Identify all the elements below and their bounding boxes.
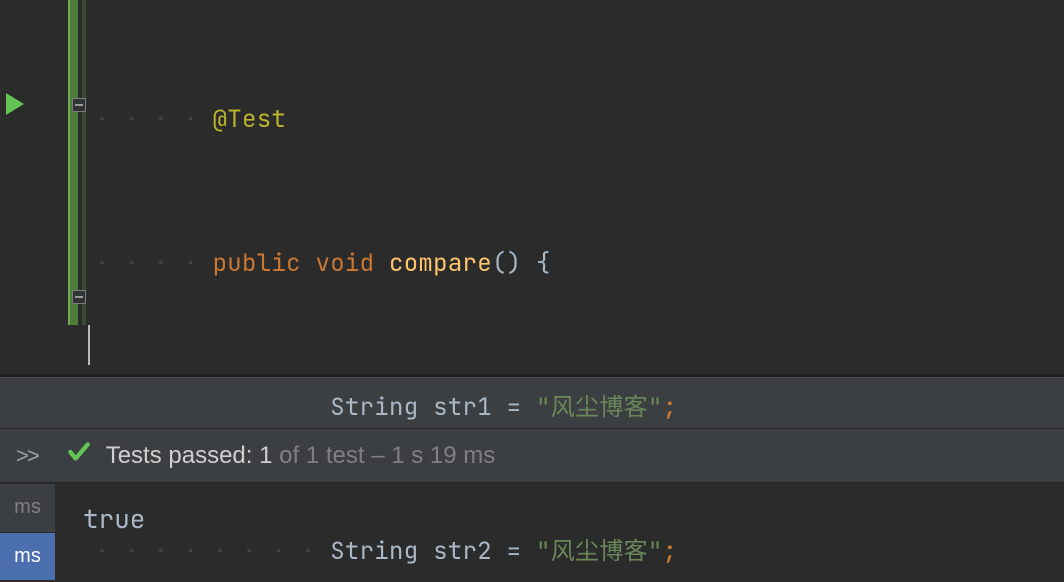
code-line[interactable]: · · · · public void compare() {: [95, 240, 1064, 288]
keyword-void: void: [316, 240, 375, 288]
keyword-public: public: [213, 240, 301, 288]
var1: str1: [433, 384, 492, 432]
assign-op: =: [507, 384, 522, 432]
semicolon: ;: [663, 384, 678, 432]
code-area[interactable]: · · · · @Test · · · · public void compar…: [95, 0, 1064, 374]
console-tabs: ms ms: [0, 483, 55, 580]
code-line[interactable]: · · · · · · · · String str1 = "风尘博客";: [95, 384, 1064, 432]
parens-brace: () {: [492, 240, 551, 288]
change-marker: [68, 0, 78, 325]
console-tab-ms[interactable]: ms: [0, 483, 55, 532]
change-marker-inner: [82, 0, 86, 325]
string-literal: "风尘博客": [536, 528, 663, 576]
expand-chevrons-icon[interactable]: >>: [16, 443, 38, 469]
method-name: compare: [389, 240, 492, 288]
string-literal: "风尘博客": [536, 384, 663, 432]
console-tab-active[interactable]: ms: [0, 532, 55, 581]
var2: str2: [433, 528, 492, 576]
code-editor[interactable]: · · · · @Test · · · · public void compar…: [0, 0, 1064, 374]
code-line[interactable]: · · · · · · · · String str2 = "风尘博客";: [95, 528, 1064, 576]
check-icon: [66, 439, 92, 472]
fold-handle-open[interactable]: [72, 98, 86, 112]
code-line[interactable]: · · · · @Test: [95, 96, 1064, 144]
annotation: @Test: [213, 96, 287, 144]
run-test-icon[interactable]: [6, 93, 24, 115]
assign-op: =: [507, 528, 522, 576]
type-string: String: [330, 384, 418, 432]
fold-handle-close[interactable]: [72, 290, 86, 304]
semicolon: ;: [663, 528, 678, 576]
type-string: String: [330, 528, 418, 576]
gutter: [0, 0, 95, 374]
caret: [88, 325, 90, 365]
